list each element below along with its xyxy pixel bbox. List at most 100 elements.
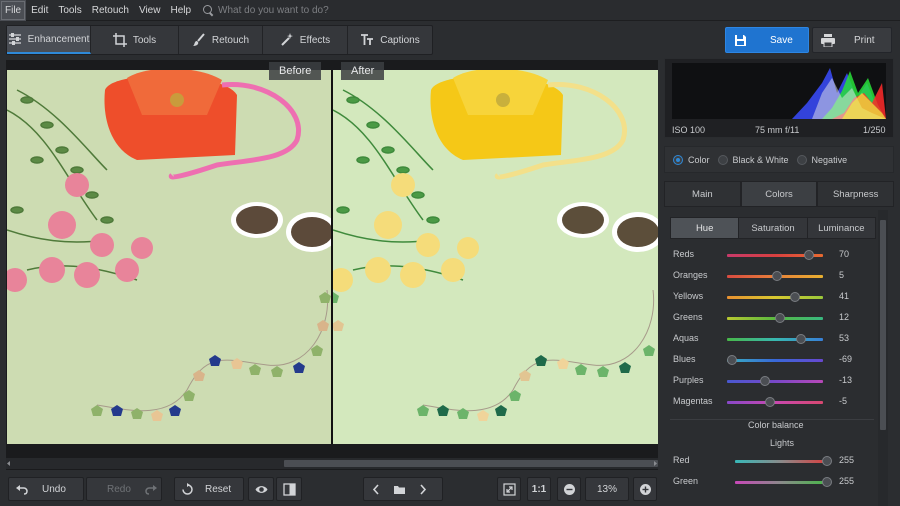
bottom-bar: Undo Redo Reset 1:1 13% bbox=[0, 472, 660, 506]
slider-track[interactable] bbox=[727, 359, 823, 362]
search-icon bbox=[202, 4, 214, 16]
slider-purples: Purples -13 bbox=[673, 375, 873, 389]
slider-knob[interactable] bbox=[822, 477, 832, 487]
slider-track[interactable] bbox=[727, 380, 823, 383]
slider-balance-green: Green 255 bbox=[673, 476, 873, 490]
slider-label: Purples bbox=[673, 375, 704, 385]
zoom-level[interactable]: 13% bbox=[585, 477, 629, 501]
slider-label: Oranges bbox=[673, 270, 708, 280]
zoom-in-button[interactable] bbox=[633, 477, 657, 501]
tab-captions[interactable]: Captions bbox=[348, 26, 432, 54]
redo-icon bbox=[145, 484, 157, 495]
slider-track[interactable] bbox=[727, 338, 823, 341]
hsl-tabs: Hue Saturation Luminance bbox=[670, 217, 876, 239]
floppy-disk-icon bbox=[735, 34, 746, 46]
tab-tools[interactable]: Tools bbox=[91, 26, 179, 54]
before-label: Before bbox=[269, 62, 322, 80]
scrollbar-thumb[interactable] bbox=[880, 220, 886, 430]
zoom-out-button[interactable] bbox=[557, 477, 581, 501]
slider-value: 41 bbox=[839, 291, 850, 301]
photo-canvas[interactable]: Before After bbox=[6, 60, 658, 470]
horizontal-scrollbar[interactable] bbox=[6, 458, 658, 469]
tab-saturation[interactable]: Saturation bbox=[739, 218, 808, 238]
menu-edit[interactable]: Edit bbox=[26, 0, 53, 21]
text-icon bbox=[361, 34, 374, 45]
radio-black-white[interactable]: Black & White bbox=[717, 154, 789, 165]
redo-button[interactable]: Redo bbox=[86, 477, 162, 501]
menu-retouch[interactable]: Retouch bbox=[87, 0, 134, 21]
slider-knob[interactable] bbox=[803, 250, 814, 260]
tab-hue[interactable]: Hue bbox=[671, 218, 740, 238]
folder-icon[interactable] bbox=[393, 483, 406, 496]
tab-enhancement[interactable]: Enhancement bbox=[7, 26, 91, 54]
slider-knob[interactable] bbox=[774, 313, 785, 323]
reset-button[interactable]: Reset bbox=[174, 477, 244, 501]
slider-value: 70 bbox=[839, 249, 850, 259]
tab-main[interactable]: Main bbox=[664, 181, 741, 207]
slider-blues: Blues -69 bbox=[673, 354, 873, 368]
slider-knob[interactable] bbox=[765, 397, 776, 407]
tab-effects[interactable]: Effects bbox=[263, 26, 348, 54]
tab-luminance[interactable]: Luminance bbox=[807, 218, 875, 238]
print-button[interactable]: Print bbox=[812, 27, 892, 53]
eye-icon bbox=[255, 485, 267, 493]
fit-screen-button[interactable] bbox=[497, 477, 521, 501]
slider-knob[interactable] bbox=[795, 334, 806, 344]
slider-track[interactable] bbox=[735, 460, 827, 463]
slider-value: 5 bbox=[839, 270, 845, 280]
scroll-right-icon[interactable] bbox=[652, 458, 658, 469]
tab-label: Enhancement bbox=[27, 33, 90, 45]
slider-knob[interactable] bbox=[790, 292, 801, 302]
printer-icon bbox=[821, 33, 835, 47]
search-input[interactable] bbox=[218, 4, 419, 16]
panel-tabs: Main Colors Sharpness bbox=[664, 181, 895, 207]
radio-label: Negative bbox=[811, 154, 848, 165]
chevron-left-icon[interactable] bbox=[370, 483, 383, 496]
before-photo bbox=[7, 70, 331, 444]
color-balance-title: Color balance bbox=[748, 420, 804, 430]
crop-icon bbox=[112, 33, 127, 47]
scrollbar-thumb[interactable] bbox=[284, 460, 658, 467]
tab-label: Retouch bbox=[211, 34, 250, 46]
histogram-graph bbox=[672, 63, 886, 119]
compare-button[interactable] bbox=[276, 477, 302, 501]
radio-label: Black & White bbox=[732, 154, 789, 165]
reset-label: Reset bbox=[205, 483, 232, 495]
after-photo bbox=[333, 70, 658, 444]
menu-tools[interactable]: Tools bbox=[53, 0, 86, 21]
slider-value: 255 bbox=[839, 455, 855, 465]
undo-label: Undo bbox=[42, 483, 66, 495]
tab-label: Tools bbox=[132, 34, 157, 46]
preview-button[interactable] bbox=[248, 477, 274, 501]
slider-label: Reds bbox=[673, 249, 695, 259]
menu-view[interactable]: View bbox=[134, 0, 166, 21]
split-view-icon bbox=[282, 482, 296, 496]
slider-knob[interactable] bbox=[822, 456, 832, 466]
fit-screen-icon bbox=[502, 482, 516, 496]
magic-wand-icon bbox=[281, 33, 293, 46]
save-button[interactable]: Save bbox=[725, 27, 809, 53]
slider-reds: Reds 70 bbox=[673, 249, 873, 263]
tab-retouch[interactable]: Retouch bbox=[179, 26, 263, 54]
tab-colors[interactable]: Colors bbox=[740, 181, 818, 207]
slider-label: Yellows bbox=[673, 291, 704, 301]
sliders-icon bbox=[8, 33, 21, 45]
slider-knob[interactable] bbox=[760, 376, 771, 386]
chevron-right-icon[interactable] bbox=[416, 483, 429, 496]
scroll-left-icon[interactable] bbox=[6, 458, 12, 469]
menu-file[interactable]: File bbox=[0, 0, 27, 21]
vertical-scrollbar[interactable] bbox=[878, 210, 888, 506]
slider-track[interactable] bbox=[735, 481, 827, 484]
slider-track[interactable] bbox=[727, 296, 823, 299]
actual-size-button[interactable]: 1:1 bbox=[527, 477, 551, 501]
menu-help[interactable]: Help bbox=[165, 0, 196, 21]
slider-knob[interactable] bbox=[726, 355, 737, 365]
slider-greens: Greens 12 bbox=[673, 312, 873, 326]
tab-sharpness[interactable]: Sharpness bbox=[817, 181, 895, 207]
slider-magentas: Magentas -5 bbox=[673, 396, 873, 410]
radio-color[interactable]: Color bbox=[673, 154, 710, 165]
slider-knob[interactable] bbox=[771, 271, 782, 281]
redo-label: Redo bbox=[107, 483, 131, 495]
undo-button[interactable]: Undo bbox=[8, 477, 84, 501]
radio-negative[interactable]: Negative bbox=[796, 154, 848, 165]
